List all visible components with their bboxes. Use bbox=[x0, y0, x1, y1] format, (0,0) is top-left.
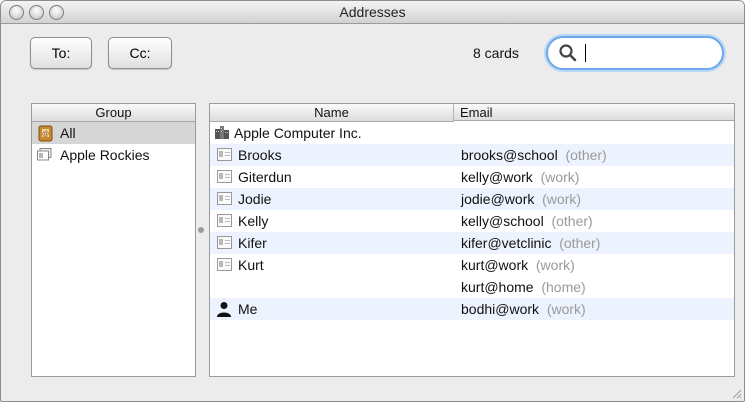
group-label: All bbox=[60, 125, 76, 141]
contacts-table[interactable]: Name Email Apple Computer Inc. Brooks br… bbox=[209, 103, 735, 377]
group-column-header[interactable]: Group bbox=[32, 104, 195, 122]
table-row[interactable]: Me bodhi@work (work) bbox=[210, 298, 734, 320]
search-field[interactable] bbox=[546, 36, 724, 70]
group-item-apple-rockies[interactable]: Apple Rockies bbox=[32, 144, 195, 166]
email-type: (work) bbox=[535, 257, 575, 273]
card-icon bbox=[217, 192, 232, 205]
cc-button[interactable]: Cc: bbox=[108, 37, 172, 69]
table-row[interactable]: Apple Computer Inc. bbox=[210, 122, 734, 144]
group-cards-icon bbox=[37, 148, 52, 161]
group-list[interactable]: Group @ All Apple Rockies bbox=[31, 103, 196, 377]
company-building-icon bbox=[215, 126, 229, 139]
group-label: Apple Rockies bbox=[60, 147, 150, 163]
email-type: (other) bbox=[551, 213, 593, 229]
to-button[interactable]: To: bbox=[30, 37, 92, 69]
contact-email: kifer@vetclinic (other) bbox=[461, 235, 601, 251]
text-caret bbox=[585, 44, 586, 62]
me-person-icon bbox=[217, 302, 231, 317]
table-row-continued[interactable]: kurt@home (home) bbox=[210, 276, 734, 298]
table-row[interactable]: Jodie jodie@work (work) bbox=[210, 188, 734, 210]
magnifier-icon bbox=[559, 44, 577, 62]
contact-email: kurt@work (work) bbox=[461, 257, 575, 273]
contact-email: brooks@school (other) bbox=[461, 147, 607, 163]
contact-email: bodhi@work (work) bbox=[461, 301, 586, 317]
table-row[interactable]: Kelly kelly@school (other) bbox=[210, 210, 734, 232]
contact-name: Brooks bbox=[238, 147, 282, 163]
contact-name: Kurt bbox=[238, 257, 264, 273]
email-column-header[interactable]: Email bbox=[454, 104, 734, 121]
email-type: (work) bbox=[546, 301, 586, 317]
card-icon bbox=[217, 148, 232, 161]
addresses-window: Addresses To: Cc: 8 cards Group @ All Ap… bbox=[0, 0, 745, 402]
contact-email: kelly@school (other) bbox=[461, 213, 593, 229]
splitter-dimple[interactable] bbox=[198, 227, 204, 233]
card-icon bbox=[217, 170, 232, 183]
contact-email: jodie@work (work) bbox=[461, 191, 582, 207]
email-type: (other) bbox=[559, 235, 601, 251]
table-row[interactable]: Brooks brooks@school (other) bbox=[210, 144, 734, 166]
table-row[interactable]: Kurt kurt@work (work) bbox=[210, 254, 734, 276]
contact-name: Me bbox=[238, 301, 258, 317]
email-type: (work) bbox=[542, 191, 582, 207]
window-title: Addresses bbox=[339, 4, 406, 20]
card-icon bbox=[217, 258, 232, 271]
contact-name: Giterdun bbox=[238, 169, 292, 185]
contact-name: Kifer bbox=[238, 235, 267, 251]
email-type: (other) bbox=[565, 147, 607, 163]
contact-name: Apple Computer Inc. bbox=[234, 125, 362, 141]
contact-name: Jodie bbox=[238, 191, 272, 207]
card-icon bbox=[217, 214, 232, 227]
card-icon bbox=[217, 236, 232, 249]
table-row[interactable]: Kifer kifer@vetclinic (other) bbox=[210, 232, 734, 254]
email-type: (work) bbox=[540, 169, 580, 185]
contact-email: kelly@work (work) bbox=[461, 169, 580, 185]
address-book-icon: @ bbox=[38, 125, 53, 142]
title-bar[interactable]: Addresses bbox=[1, 1, 744, 24]
cards-count: 8 cards bbox=[473, 45, 519, 61]
email-type: (home) bbox=[541, 279, 586, 295]
name-column-header[interactable]: Name bbox=[210, 104, 454, 122]
resize-grip-icon[interactable] bbox=[730, 387, 742, 399]
contact-email: kurt@home (home) bbox=[461, 279, 586, 295]
svg-text:@: @ bbox=[42, 131, 49, 138]
group-item-all[interactable]: @ All bbox=[32, 122, 195, 144]
table-row[interactable]: Giterdun kelly@work (work) bbox=[210, 166, 734, 188]
contact-name: Kelly bbox=[238, 213, 269, 229]
